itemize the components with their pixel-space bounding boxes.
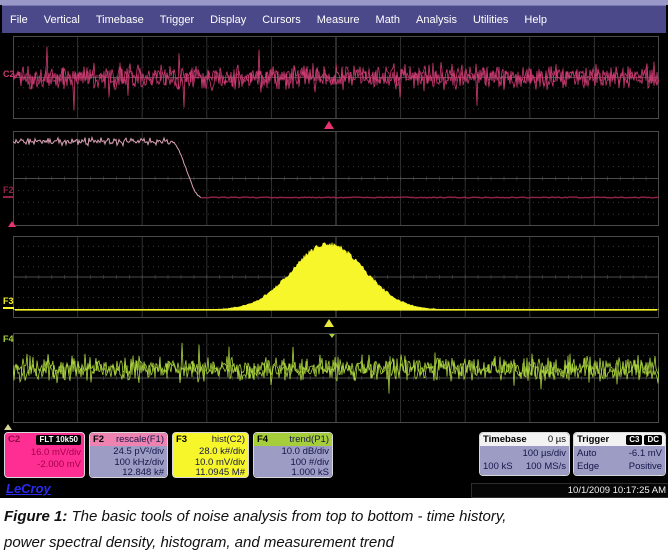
timebase-title: Timebase <box>483 433 527 446</box>
menu-item-timebase[interactable]: Timebase <box>88 14 152 26</box>
descriptor-c2-offset: -2.000 mV <box>5 459 81 471</box>
f2-offset-marker[interactable] <box>8 221 16 227</box>
waveform-f3-histogram <box>13 236 659 318</box>
trace-label-f4: F4 <box>3 335 14 344</box>
trigger-level: -6.1 mV <box>629 447 662 460</box>
trigger-box[interactable]: Trigger C3 DC Auto -6.1 mV Edge Positive <box>573 432 666 476</box>
menu-item-cursors[interactable]: Cursors <box>254 14 309 26</box>
trigger-coupling-badge: DC <box>644 435 662 445</box>
descriptor-c2[interactable]: C2 FLT 10k50 16.0 mV/div -2.000 mV <box>4 432 85 478</box>
descriptor-c2-channel: C2 <box>8 434 20 445</box>
figure-caption-line2: power spectral density, histogram, and m… <box>4 534 394 551</box>
descriptor-f3-line3: 11.0945 M# <box>176 468 245 478</box>
timebase-hdiv: 100 µs/div <box>523 447 567 460</box>
menu-item-display[interactable]: Display <box>202 14 254 26</box>
descriptor-f4-line1: 10.0 dB/div <box>257 447 329 458</box>
descriptor-c2-filter-badge: FLT 10k50 <box>36 435 81 445</box>
trigger-mode: Auto <box>577 447 597 460</box>
descriptor-f3-label: F3 <box>176 433 187 446</box>
menu-item-file[interactable]: File <box>2 14 36 26</box>
menu-item-help[interactable]: Help <box>516 14 555 26</box>
trace-label-f2: F2 <box>3 186 14 198</box>
descriptor-f3-line1: 28.0 k#/div <box>176 447 245 458</box>
figure-caption-line1: The basic tools of noise analysis from t… <box>72 508 507 525</box>
timebase-sample-rate: 100 MS/s <box>526 460 566 473</box>
timebase-delay: 0 µs <box>548 433 566 446</box>
menu-item-analysis[interactable]: Analysis <box>408 14 465 26</box>
trigger-time-marker[interactable] <box>324 121 334 129</box>
descriptor-f4-function: trend(P1) <box>289 433 329 446</box>
panel-f2-psd <box>13 131 659 226</box>
menu-item-math[interactable]: Math <box>368 14 408 26</box>
descriptor-f2[interactable]: F2 rescale(F1) 24.5 pV²/div 100 kHz/div … <box>89 432 168 478</box>
panel-f4-trend <box>13 333 659 423</box>
oscilloscope-screen: FileVerticalTimebaseTriggerDisplayCursor… <box>0 0 668 498</box>
histogram-center-marker[interactable] <box>324 319 334 327</box>
descriptor-f2-function: rescale(F1) <box>116 433 164 446</box>
descriptor-f2-label: F2 <box>93 433 104 446</box>
trace-label-f3: F3 <box>3 297 14 309</box>
trigger-source-badge: C3 <box>626 435 642 445</box>
menu-item-measure[interactable]: Measure <box>309 14 368 26</box>
panel-f3-histogram <box>13 236 659 318</box>
menu-item-trigger[interactable]: Trigger <box>152 14 202 26</box>
f4-offset-marker[interactable] <box>4 424 12 430</box>
descriptor-f2-line1: 24.5 pV²/div <box>93 447 164 458</box>
waveform-c2-time-history <box>13 36 659 119</box>
menu-item-utilities[interactable]: Utilities <box>465 14 516 26</box>
descriptor-f3-function: hist(C2) <box>212 433 245 446</box>
trace-label-c2: C2 <box>3 70 15 79</box>
lecroy-logo: LeCroy <box>6 481 51 496</box>
trigger-slope: Positive <box>629 460 662 473</box>
screenshot-root: FileVerticalTimebaseTriggerDisplayCursor… <box>0 0 668 556</box>
waveform-f4-trend <box>13 333 659 423</box>
timestamp: 10/1/2009 10:17:25 AM <box>471 483 668 498</box>
descriptor-c2-vdiv: 16.0 mV/div <box>5 447 81 459</box>
trigger-type: Edge <box>577 460 599 473</box>
timebase-box[interactable]: Timebase 0 µs 100 µs/div 100 kS 100 MS/s <box>479 432 570 476</box>
descriptor-f4-line3: 1.000 kS <box>257 468 329 478</box>
f4-top-tick-marker <box>329 334 335 338</box>
descriptor-f4[interactable]: F4 trend(P1) 10.0 dB/div 100 #/div 1.000… <box>253 432 333 478</box>
panel-c2-time-history <box>13 36 659 119</box>
menu-item-vertical[interactable]: Vertical <box>36 14 88 26</box>
figure-caption-label: Figure 1: <box>4 508 67 525</box>
descriptor-f3[interactable]: F3 hist(C2) 28.0 k#/div 10.0 mV/div 11.0… <box>172 432 249 478</box>
descriptor-f2-line3: 12.848 k# <box>93 468 164 478</box>
menu-bar: FileVerticalTimebaseTriggerDisplayCursor… <box>2 5 666 33</box>
figure-caption: Figure 1: The basic tools of noise analy… <box>0 498 668 556</box>
waveform-f2-psd <box>13 131 659 226</box>
timebase-record-length: 100 kS <box>483 460 513 473</box>
descriptor-f4-label: F4 <box>257 433 268 446</box>
trigger-title: Trigger <box>577 433 609 446</box>
